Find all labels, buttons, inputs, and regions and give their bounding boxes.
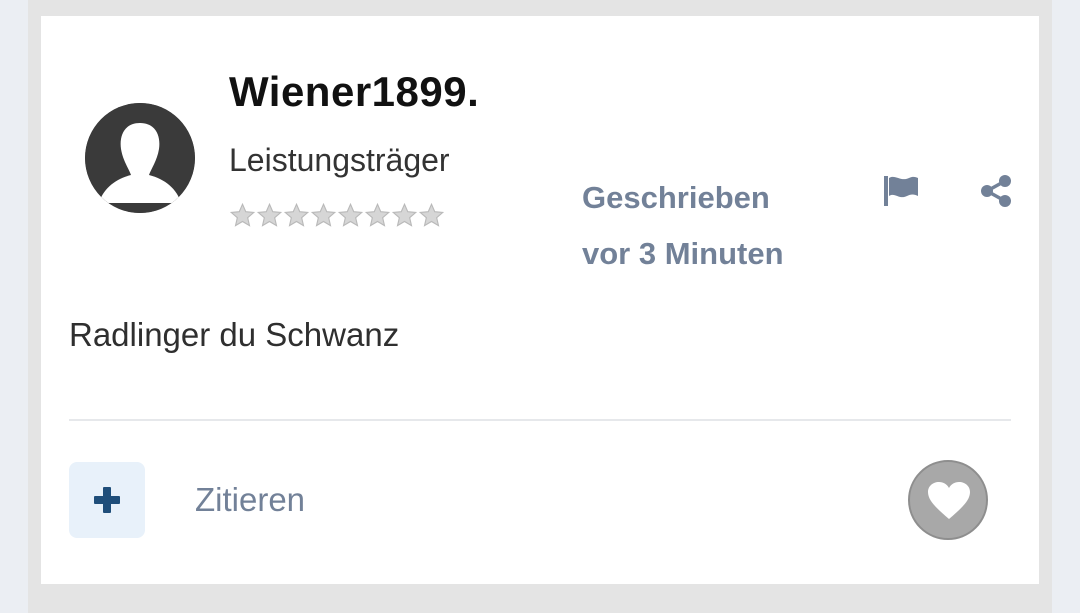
star-icon xyxy=(337,202,364,229)
star-icon xyxy=(283,202,310,229)
star-icon xyxy=(391,202,418,229)
plus-icon xyxy=(94,487,120,513)
star-icon xyxy=(256,202,283,229)
star-icon xyxy=(229,202,256,229)
timestamp-line1: Geschrieben xyxy=(582,180,770,215)
post-card: Wiener1899. Leistungsträger Geschrieben … xyxy=(41,16,1039,584)
like-button[interactable] xyxy=(908,460,988,540)
multiquote-button[interactable] xyxy=(69,462,145,538)
avatar[interactable] xyxy=(85,103,195,213)
heart-icon xyxy=(928,482,970,519)
star-icon xyxy=(418,202,445,229)
author-username[interactable]: Wiener1899. xyxy=(229,68,479,116)
share-icon[interactable] xyxy=(979,174,1013,208)
post-timestamp[interactable]: Geschrieben vor 3 Minuten xyxy=(582,170,784,282)
quote-button[interactable]: Zitieren xyxy=(195,481,305,519)
flag-icon[interactable] xyxy=(883,174,921,208)
author-rank: Leistungsträger xyxy=(229,142,450,178)
default-avatar-icon xyxy=(85,103,195,213)
star-icon xyxy=(310,202,337,229)
star-icon xyxy=(364,202,391,229)
rank-stars xyxy=(229,202,445,229)
timestamp-line2: vor 3 Minuten xyxy=(582,236,784,271)
post-content: Radlinger du Schwanz xyxy=(69,316,400,353)
divider xyxy=(69,419,1011,421)
